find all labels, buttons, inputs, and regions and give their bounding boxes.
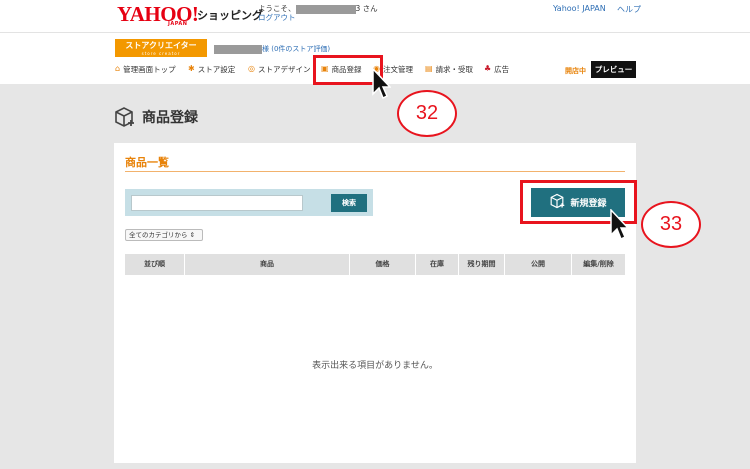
nav-label: ストア設定 xyxy=(197,64,236,74)
store-creator-badge[interactable]: ストアクリエイター store creator xyxy=(115,39,207,57)
ad-icon: ♣ xyxy=(484,64,492,73)
cursor-pointer-icon xyxy=(609,208,630,245)
yahoo-logo-sub: JAPAN xyxy=(168,21,188,27)
header-divider xyxy=(0,32,750,33)
home-icon: ⌂ xyxy=(115,64,121,73)
redacted-user-name xyxy=(295,4,356,14)
yahoo-japan-link[interactable]: Yahoo! JAPAN xyxy=(553,4,606,13)
empty-message: 表示出来る項目がありません。 xyxy=(312,361,438,371)
redacted-store-name xyxy=(214,44,262,54)
column-header[interactable]: 価格 xyxy=(350,254,416,275)
store-rating: 様 (0件のストア評価) xyxy=(262,45,331,53)
store-creator-label: ストアクリエイター xyxy=(125,41,197,50)
product-table-header: 並び順 商品 価格 在庫 残り期間 公開 編集/削除 xyxy=(125,254,625,275)
nav-item-ads[interactable]: ♣ 広告 xyxy=(484,62,509,76)
column-header[interactable]: 在庫 xyxy=(416,254,459,275)
search-button[interactable]: 検索 xyxy=(331,194,367,212)
tools-icon: ✱ xyxy=(188,64,195,73)
design-icon: ◎ xyxy=(248,64,255,73)
shopping-title[interactable]: ショッピング xyxy=(197,7,263,23)
column-header[interactable]: 公開 xyxy=(505,254,572,275)
column-header[interactable]: 残り期間 xyxy=(459,254,505,275)
product-box-icon xyxy=(113,106,135,128)
nav-item-store-design[interactable]: ◎ ストアデザイン xyxy=(248,62,310,76)
store-creator-sub: store creator xyxy=(141,51,181,56)
logout-link[interactable]: ログアウト xyxy=(258,12,296,23)
section-title: 商品一覧 xyxy=(125,156,169,169)
store-name[interactable]: 様 (0件のストア評価) xyxy=(214,44,330,54)
cursor-pointer-icon xyxy=(371,67,392,104)
column-header: 編集/削除 xyxy=(572,254,625,275)
welcome-suffix: 3 さん xyxy=(355,4,378,13)
callout-33: 33 xyxy=(641,201,701,248)
nav-item-billing[interactable]: ▤ 請求・受取 xyxy=(425,62,473,76)
callout-32: 32 xyxy=(397,90,457,137)
nav-label: 管理画面トップ xyxy=(123,64,176,74)
category-select[interactable]: 全てのカテゴリから ⇕ xyxy=(125,229,203,241)
store-open-status: 開店中 xyxy=(565,67,586,75)
preview-button[interactable]: プレビュー xyxy=(591,61,636,78)
nav-item-top[interactable]: ⌂ 管理画面トップ xyxy=(115,62,176,76)
search-input[interactable] xyxy=(131,195,303,211)
nav-label: 広告 xyxy=(494,64,510,74)
section-divider xyxy=(125,171,625,172)
column-header: 商品 xyxy=(185,254,350,275)
column-header[interactable]: 並び順 xyxy=(125,254,185,275)
invoice-icon: ▤ xyxy=(425,64,433,73)
nav-label: ストアデザイン xyxy=(257,64,311,74)
help-link[interactable]: ヘルプ xyxy=(617,4,641,15)
page-title: 商品登録 xyxy=(142,110,198,126)
nav-item-store-settings[interactable]: ✱ ストア設定 xyxy=(188,62,235,76)
nav-label: 請求・受取 xyxy=(435,64,474,74)
